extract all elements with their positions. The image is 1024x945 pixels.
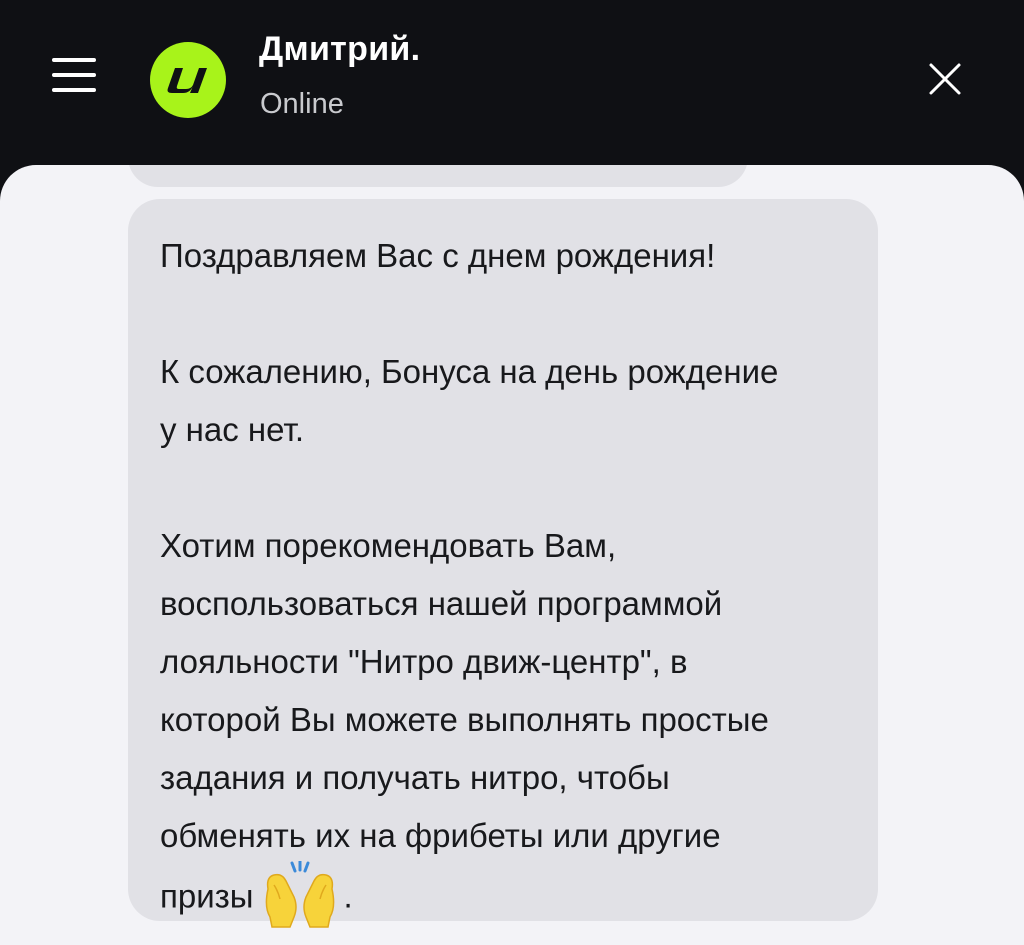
message-bubble: Поздравляем Вас с днем рождения! К сожал… — [128, 199, 878, 928]
avatar-letter-icon — [167, 68, 207, 93]
raising-hands-emoji-icon — [260, 859, 340, 929]
message-body: Поздравляем Вас с днем рождения! К сожал… — [160, 237, 779, 915]
chat-header: Дмитрий. Online — [0, 0, 1024, 168]
message-end: . — [343, 877, 353, 915]
hamburger-menu-icon[interactable] — [52, 56, 98, 94]
previous-message-bubble — [128, 165, 748, 187]
close-icon[interactable] — [928, 62, 962, 96]
message-text: Поздравляем Вас с днем рождения! К сожал… — [160, 227, 860, 933]
avatar — [150, 42, 226, 118]
chat-title: Дмитрий. — [259, 30, 421, 68]
status-text: Online — [260, 88, 344, 120]
chat-area[interactable]: Поздравляем Вас с днем рождения! К сожал… — [0, 165, 1024, 945]
